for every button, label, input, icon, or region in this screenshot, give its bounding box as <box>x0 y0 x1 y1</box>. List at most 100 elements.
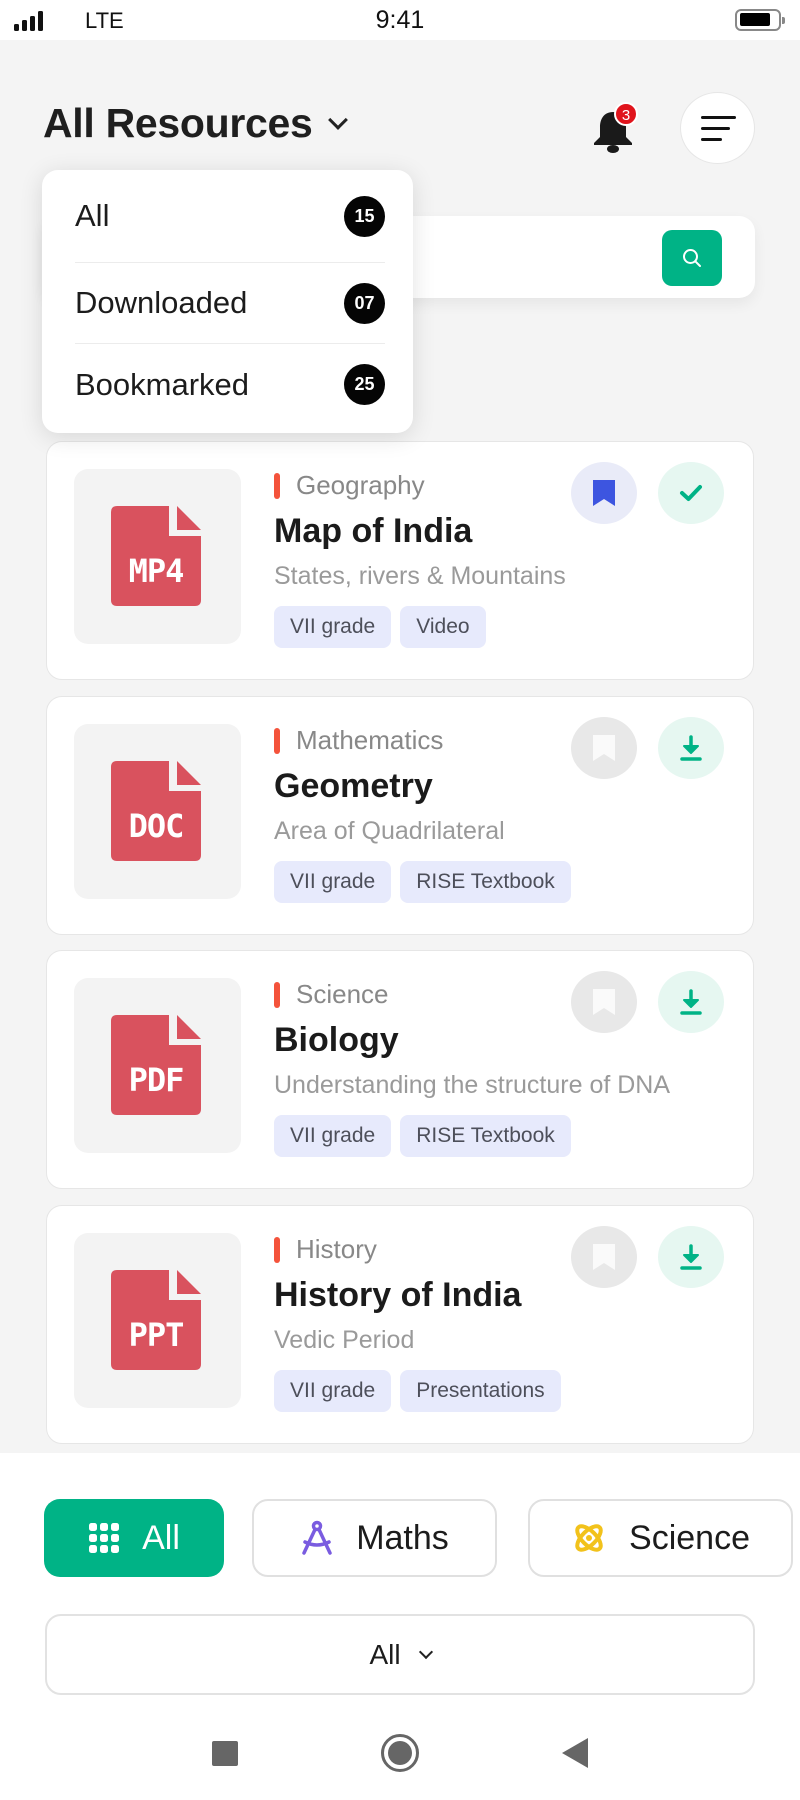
chip-maths[interactable]: Maths <box>252 1499 497 1577</box>
battery-icon <box>735 9 785 31</box>
resource-subtitle: Area of Quadrilateral <box>274 817 505 845</box>
bookmark-button[interactable] <box>571 971 637 1033</box>
grade-select-value: All <box>369 1638 401 1670</box>
svg-text:DOC: DOC <box>129 807 184 845</box>
search-icon <box>683 249 701 267</box>
chip-label: Science <box>629 1518 750 1557</box>
bookmark-icon <box>593 1244 615 1270</box>
count-badge: 07 <box>344 282 385 324</box>
chip-all[interactable]: All <box>44 1499 224 1577</box>
chip-science[interactable]: Science <box>528 1499 793 1577</box>
status-bar: LTE 9:41 <box>0 0 800 40</box>
tag-chip[interactable]: RISE Textbook <box>400 1115 571 1157</box>
bookmark-button[interactable] <box>571 717 637 779</box>
resource-card[interactable]: PPT History History of India Vedic Perio… <box>46 1205 754 1444</box>
dropdown-item-downloaded[interactable]: Downloaded 07 <box>75 263 385 344</box>
resource-subtitle: Understanding the structure of DNA <box>274 1071 671 1099</box>
tag-list: VII grade Video <box>274 606 486 648</box>
grade-select[interactable]: All <box>45 1614 755 1695</box>
tag-list: VII grade RISE Textbook <box>274 861 571 903</box>
subject-marker <box>274 727 280 754</box>
notification-badge: 3 <box>614 102 638 126</box>
bookmark-icon <box>593 480 615 506</box>
resource-subtitle: Vedic Period <box>274 1326 415 1354</box>
bookmark-button[interactable] <box>571 1226 637 1288</box>
download-button[interactable] <box>658 1226 724 1288</box>
tag-chip[interactable]: RISE Textbook <box>400 861 571 903</box>
recent-apps-icon[interactable] <box>212 1741 238 1766</box>
download-button[interactable] <box>658 717 724 779</box>
subject-marker <box>274 981 280 1008</box>
subject-label: History <box>274 1234 377 1265</box>
tag-chip[interactable]: VII grade <box>274 861 392 903</box>
dropdown-item-label: All <box>75 198 110 233</box>
tag-list: VII grade RISE Textbook <box>274 1115 571 1157</box>
clock: 9:41 <box>375 6 425 34</box>
resource-card[interactable]: DOC Mathematics Geometry Area of Quadril… <box>46 696 754 935</box>
tag-list: VII grade Presentations <box>274 1370 561 1412</box>
tag-chip[interactable]: Video <box>400 606 486 648</box>
resource-title: Map of India <box>274 512 473 550</box>
resource-subtitle: States, rivers & Mountains <box>274 562 566 590</box>
svg-text:PPT: PPT <box>129 1316 184 1354</box>
resource-filter-toggle[interactable]: All Resources <box>43 100 348 147</box>
subject-text: Science <box>296 979 389 1009</box>
subject-text: History <box>296 1234 377 1264</box>
file-thumbnail: DOC <box>74 724 241 899</box>
dropdown-item-all[interactable]: All 15 <box>75 170 385 263</box>
tag-chip[interactable]: Presentations <box>400 1370 561 1412</box>
bottom-panel: All Maths Science All <box>0 1453 800 1800</box>
back-icon[interactable] <box>562 1738 588 1768</box>
resource-title: Geometry <box>274 767 433 805</box>
search-button[interactable] <box>662 230 722 286</box>
svg-text:MP4: MP4 <box>129 552 184 590</box>
subject-label: Mathematics <box>274 725 443 756</box>
page-title: All Resources <box>43 100 313 146</box>
tag-chip[interactable]: VII grade <box>274 1115 392 1157</box>
download-icon <box>680 1244 702 1270</box>
file-type-icon: PDF <box>111 1015 201 1115</box>
dropdown-item-label: Downloaded <box>75 285 248 320</box>
subject-text: Geography <box>296 470 425 500</box>
chip-label: All <box>142 1518 180 1557</box>
chevron-down-icon <box>327 109 348 130</box>
count-badge: 25 <box>344 364 385 405</box>
count-badge: 15 <box>344 195 385 237</box>
subject-label: Science <box>274 979 389 1010</box>
download-icon <box>680 735 702 761</box>
menu-button[interactable] <box>680 92 755 164</box>
dropdown-item-label: Bookmarked <box>75 366 250 402</box>
downloaded-indicator[interactable] <box>658 462 724 524</box>
compass-icon <box>302 1520 332 1555</box>
svg-text:PDF: PDF <box>129 1061 184 1099</box>
subject-text: Mathematics <box>296 725 444 755</box>
dropdown-item-bookmarked[interactable]: Bookmarked 25 <box>75 344 385 425</box>
file-type-icon: DOC <box>111 761 201 861</box>
bookmark-icon <box>593 735 615 761</box>
tag-chip[interactable]: VII grade <box>274 1370 392 1412</box>
file-thumbnail: PDF <box>74 978 241 1153</box>
resource-card[interactable]: PDF Science Biology Understanding the st… <box>46 950 754 1189</box>
bookmark-button[interactable] <box>571 462 637 524</box>
chip-label: Maths <box>356 1518 449 1557</box>
check-icon <box>680 485 702 501</box>
grid-icon <box>89 1523 120 1553</box>
subject-marker <box>274 472 280 499</box>
home-icon[interactable] <box>381 1734 419 1772</box>
filter-dropdown-menu: All 15 Downloaded 07 Bookmarked 25 <box>42 170 413 433</box>
download-button[interactable] <box>658 971 724 1033</box>
chevron-down-icon <box>418 1644 433 1659</box>
file-type-icon: PPT <box>111 1270 201 1370</box>
resource-title: History of India <box>274 1276 522 1314</box>
file-thumbnail: MP4 <box>74 469 241 644</box>
bookmark-icon <box>593 989 615 1015</box>
download-icon <box>680 989 702 1015</box>
resource-title: Biology <box>274 1021 399 1059</box>
file-type-icon: MP4 <box>111 506 201 606</box>
resource-card[interactable]: MP4 Geography Map of India States, river… <box>46 441 754 680</box>
atom-icon <box>575 1524 603 1552</box>
tag-chip[interactable]: VII grade <box>274 606 392 648</box>
file-thumbnail: PPT <box>74 1233 241 1408</box>
subject-label: Geography <box>274 470 425 501</box>
subject-marker <box>274 1236 280 1263</box>
